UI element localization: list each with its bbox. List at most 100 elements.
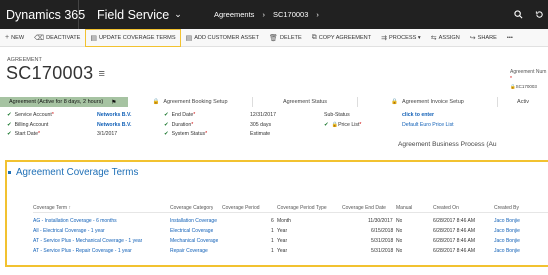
coverage-category-link[interactable]: Installation Coverage — [170, 218, 217, 224]
check-icon: ✔ — [324, 121, 329, 128]
stage-booking-setup[interactable]: 🔒 Agreement Booking Setup — [128, 97, 253, 107]
duration-value[interactable]: 305 days — [250, 121, 276, 131]
business-process-flow: Agreement (Active for 8 days, 2 hours) ⚑ … — [0, 97, 548, 107]
deactivate-button[interactable]: ⌫ DEACTIVATE — [29, 29, 85, 47]
share-button[interactable]: ↪ SHARE — [465, 29, 502, 47]
nav-icons — [514, 0, 544, 29]
chevron-right-icon: › — [316, 10, 319, 19]
sub-status-value[interactable]: click to enter — [402, 111, 454, 121]
col-header-coverage-term[interactable]: Coverage Term ↑ — [33, 205, 71, 211]
col-header-coverage-category[interactable]: Coverage Category — [170, 205, 213, 211]
coverage-category-link[interactable]: Repair Coverage — [170, 248, 208, 254]
more-commands-button[interactable]: ••• — [502, 29, 518, 47]
coverage-category-link[interactable]: Electrical Coverage — [170, 228, 213, 234]
manual-cell: No — [396, 218, 403, 224]
assign-icon: ⇆ — [430, 34, 437, 42]
coverage-term-link[interactable]: All - Electrical Coverage - 1 year — [33, 228, 105, 234]
col-header-manual[interactable]: Manual — [396, 205, 412, 211]
new-button[interactable]: + NEW — [0, 29, 29, 47]
coverage-end-date-cell: 11/30/2017 — [368, 218, 393, 224]
created-on-cell: 6/28/2017 8:46 AM — [433, 238, 475, 244]
created-by-link[interactable]: Jaco Bonjie — [494, 248, 520, 254]
check-icon: ✔ — [164, 131, 169, 137]
record-title: SC170003 — [6, 63, 94, 83]
table-icon: ▤ — [185, 34, 193, 42]
field-values-col1: Networks B.V. Networks B.V. 3/1/2017 — [97, 111, 131, 140]
service-account-label: ✔ Service Account* — [7, 112, 54, 118]
coverage-category-link[interactable]: Mechanical Coverage — [170, 238, 218, 244]
start-date-value[interactable]: 3/1/2017 — [97, 130, 131, 140]
col-header-coverage-period-type[interactable]: Coverage Period Type — [277, 205, 327, 211]
col-header-coverage-period[interactable]: Coverage Period — [222, 205, 260, 211]
more-icon: ••• — [506, 34, 513, 41]
created-on-cell: 6/28/2017 8:46 AM — [433, 248, 475, 254]
field-labels-col2: ✔ End Date* ✔ Duration* ✔ System Status* — [164, 111, 207, 140]
assign-button[interactable]: ⇆ ASSIGN — [426, 29, 465, 47]
process-button[interactable]: ⇉ PROCESS ▾ — [376, 29, 426, 47]
system-status-label: ✔ System Status* — [164, 131, 208, 137]
check-icon: ✔ — [7, 131, 12, 137]
chevron-right-icon: › — [262, 10, 265, 19]
lock-icon: 🔒 — [391, 99, 399, 105]
coverage-period-cell: 6 — [271, 218, 274, 224]
coverage-period-cell: 1 — [271, 248, 274, 254]
created-on-cell: 6/28/2017 8:46 AM — [433, 228, 475, 234]
delete-button[interactable]: 🗑 DELETE — [264, 29, 307, 47]
coverage-term-link[interactable]: AG - Installation Coverage - 6 months — [33, 218, 117, 224]
created-by-link[interactable]: Jaco Bonjie — [494, 218, 520, 224]
breadcrumb-agreements[interactable]: Agreements — [214, 10, 254, 19]
trash-icon: 🗑 — [269, 34, 278, 42]
stage-invoice-setup[interactable]: 🔒 Agreement Invoice Setup — [358, 97, 498, 107]
billing-account-value[interactable]: Networks B.V. — [97, 121, 131, 131]
agreement-number-value[interactable]: 🔒SC170003 — [510, 83, 546, 90]
flag-icon: ⚑ — [111, 99, 117, 106]
brand-label[interactable]: Dynamics 365 — [0, 8, 85, 22]
table-row[interactable]: All - Electrical Coverage - 1 year Elect… — [33, 226, 548, 236]
check-icon: ✔ — [164, 121, 169, 128]
chevron-down-icon: ⌄ — [174, 9, 182, 19]
price-list-value[interactable]: Default Euro Price List — [402, 121, 454, 131]
process-icon: ⇉ — [381, 34, 388, 42]
manual-cell: No — [396, 238, 403, 244]
field-labels-col1: ✔ Service Account* ✔ Billing Account ✔ Star… — [7, 111, 54, 140]
coverage-period-type-cell: Year — [277, 228, 288, 234]
add-customer-asset-button[interactable]: ▤ ADD CUSTOMER ASSET — [181, 29, 264, 47]
col-header-created-on[interactable]: Created On — [433, 205, 459, 211]
copy-agreement-button[interactable]: ⧉ COPY AGREEMENT — [307, 29, 376, 47]
breadcrumb-record[interactable]: SC170003 — [273, 10, 308, 19]
app-switcher[interactable]: Field Service ⌄ — [78, 0, 206, 29]
col-header-created-by[interactable]: Created By — [494, 205, 519, 211]
share-icon: ↪ — [469, 34, 476, 42]
field-labels-col3: Sub-Status ✔ 🔒Price List* — [324, 111, 361, 130]
required-asterisk: * — [510, 76, 512, 82]
history-icon[interactable] — [535, 10, 544, 19]
service-account-value[interactable]: Networks B.V. — [97, 111, 131, 121]
coverage-term-link[interactable]: AT - Service Plus - Mechanical Coverage … — [33, 238, 142, 244]
field-values-col2: 12/31/2017 305 days Estimate — [250, 111, 276, 140]
search-icon[interactable] — [514, 10, 523, 19]
created-by-link[interactable]: Jaco Bonjie — [494, 238, 520, 244]
agreement-number-field: Agreement Num * 🔒SC170003 — [510, 69, 546, 90]
end-date-value[interactable]: 12/31/2017 — [250, 111, 276, 121]
table-row[interactable]: AG - Installation Coverage - 6 months In… — [33, 216, 548, 226]
coverage-end-date-cell: 5/31/2018 — [371, 238, 394, 244]
table-row[interactable]: AT - Service Plus - Repair Coverage - 1 … — [33, 246, 548, 256]
lock-icon: 🔒 — [152, 99, 160, 105]
created-by-link[interactable]: Jaco Bonjie — [494, 228, 520, 234]
command-bar: + NEW ⌫ DEACTIVATE ▤ UPDATE COVERAGE TERMS … — [0, 28, 548, 47]
hamburger-menu-icon[interactable]: ≡ — [98, 68, 105, 80]
system-status-value[interactable]: Estimate — [250, 130, 276, 140]
table-header: Coverage Term ↑ Coverage Category Covera… — [33, 203, 548, 213]
sub-status-label: Sub-Status — [324, 112, 350, 118]
table-row[interactable]: AT - Service Plus - Mechanical Coverage … — [33, 236, 548, 246]
update-coverage-terms-button[interactable]: ▤ UPDATE COVERAGE TERMS — [85, 28, 181, 47]
stage-status[interactable]: Agreement Status — [253, 97, 358, 107]
table-icon: ▤ — [90, 34, 97, 42]
coverage-term-link[interactable]: AT - Service Plus - Repair Coverage - 1 … — [33, 248, 132, 254]
section-title[interactable]: Agreement Coverage Terms — [8, 167, 138, 178]
col-header-coverage-end-date[interactable]: Coverage End Date — [342, 205, 386, 211]
page-title: SC170003 ≡ — [6, 63, 105, 84]
business-process-label: Agreement Business Process (Au — [398, 141, 497, 148]
stage-agreement[interactable]: Agreement (Active for 8 days, 2 hours) ⚑ — [0, 97, 128, 107]
stage-activity[interactable]: Activ — [498, 97, 548, 107]
